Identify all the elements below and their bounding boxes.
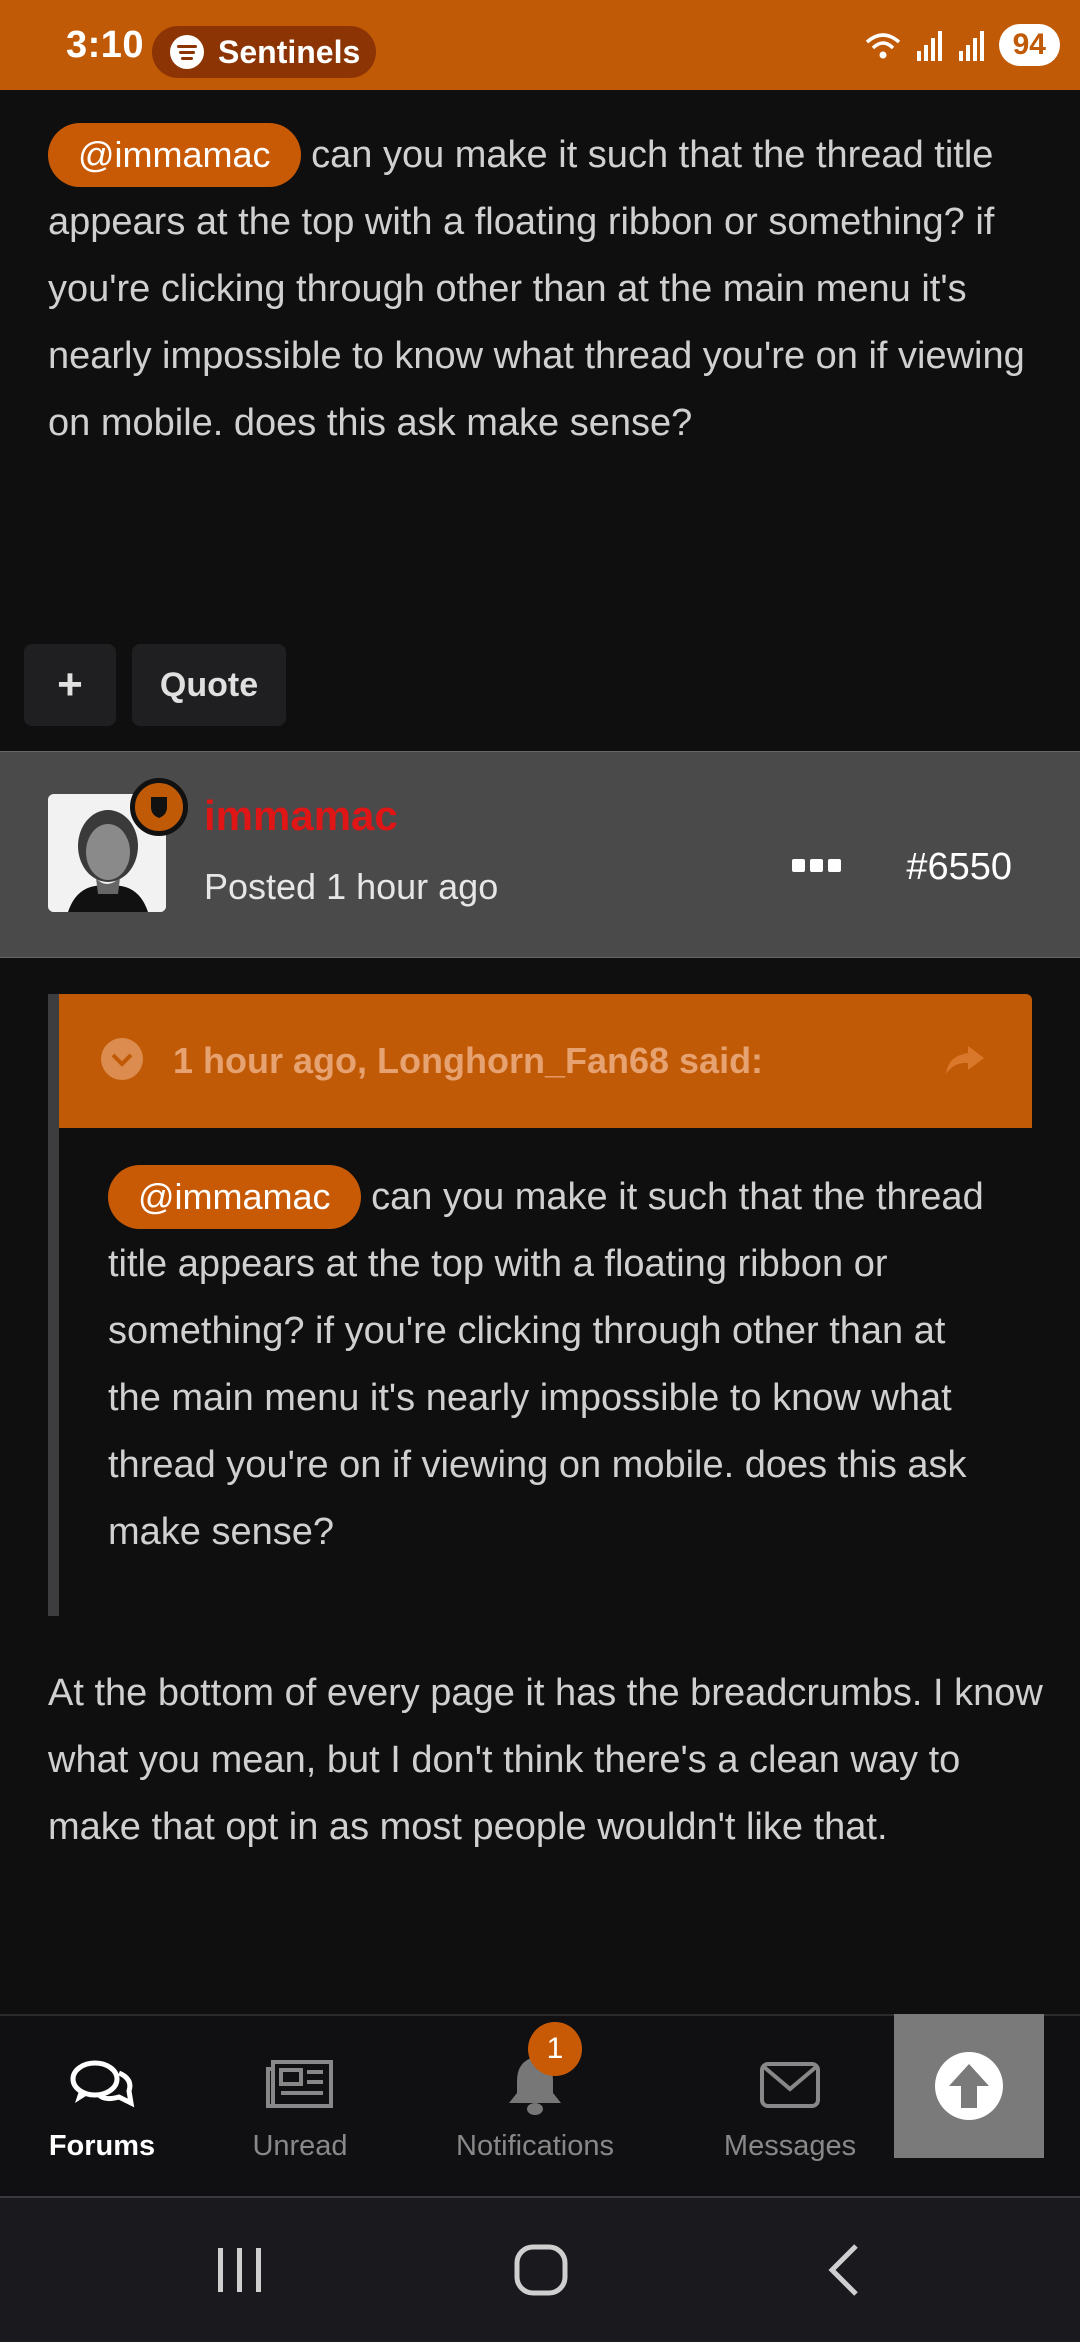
post-number[interactable]: #6550 <box>906 846 1012 889</box>
nav-notifications[interactable]: 1 Notifications <box>440 2016 630 2200</box>
notification-count-badge: 1 <box>528 2022 582 2076</box>
scroll-to-top-button[interactable] <box>894 2014 1044 2158</box>
nav-unread[interactable]: Unread <box>240 2016 360 2200</box>
go-to-quoted-post-icon[interactable] <box>944 1042 986 1078</box>
arrow-up-circle-icon <box>935 2052 1003 2120</box>
envelope-icon <box>760 2062 820 2108</box>
post-actions: + Quote <box>24 644 286 726</box>
nav-unread-label: Unread <box>252 2130 348 2162</box>
signal-icon <box>916 31 942 61</box>
spotify-icon <box>170 35 204 69</box>
rank-badge-icon <box>130 778 188 836</box>
more-options-icon[interactable] <box>792 859 841 872</box>
nav-messages-label: Messages <box>723 2130 857 2162</box>
nav-forums[interactable]: Forums <box>42 2016 162 2200</box>
quote-block: 1 hour ago, Longhorn_Fan68 said: @immama… <box>48 994 1032 1616</box>
quote-body: @immamac can you make it such that the t… <box>108 1164 1008 1566</box>
home-icon[interactable] <box>512 2240 570 2300</box>
quote-header[interactable]: 1 hour ago, Longhorn_Fan68 said: <box>59 994 1032 1128</box>
status-time: 3:10 <box>66 24 145 66</box>
nav-messages[interactable]: Messages <box>710 2016 870 2200</box>
nav-forums-label: Forums <box>48 2130 156 2162</box>
quote-citation: 1 hour ago, Longhorn_Fan68 said: <box>173 1040 764 1081</box>
wifi-icon <box>865 33 900 59</box>
nav-notifications-label: Notifications <box>456 2130 614 2162</box>
system-nav-bar <box>0 2196 1080 2342</box>
author-name[interactable]: immamac <box>204 792 398 840</box>
back-icon[interactable] <box>822 2240 866 2300</box>
status-bar: 3:10 Sentinels 94 <box>0 0 1080 90</box>
quote-text: can you make it such that the thread tit… <box>108 1176 984 1553</box>
multiquote-button[interactable]: + <box>24 644 116 726</box>
battery-badge: 94 <box>998 24 1060 66</box>
reply-body: At the bottom of every page it has the b… <box>48 1672 1043 1848</box>
previous-post-body: @immamac can you make it such that the t… <box>48 122 1038 457</box>
forums-icon <box>70 2060 135 2108</box>
post-timestamp[interactable]: Posted 1 hour ago <box>204 866 498 908</box>
mention-link[interactable]: @immamac <box>48 123 301 187</box>
quote-button[interactable]: Quote <box>132 644 286 726</box>
spotify-media-pill[interactable]: Sentinels <box>152 26 376 78</box>
recent-apps-icon[interactable] <box>214 2240 266 2300</box>
quote-mention-link[interactable]: @immamac <box>108 1165 361 1229</box>
newspaper-icon <box>266 2060 333 2108</box>
post-author-bar: immamac Posted 1 hour ago #6550 <box>0 751 1080 958</box>
spotify-label: Sentinels <box>218 33 361 70</box>
signal-icon-2 <box>958 31 984 61</box>
chevron-down-icon[interactable] <box>101 1038 143 1080</box>
